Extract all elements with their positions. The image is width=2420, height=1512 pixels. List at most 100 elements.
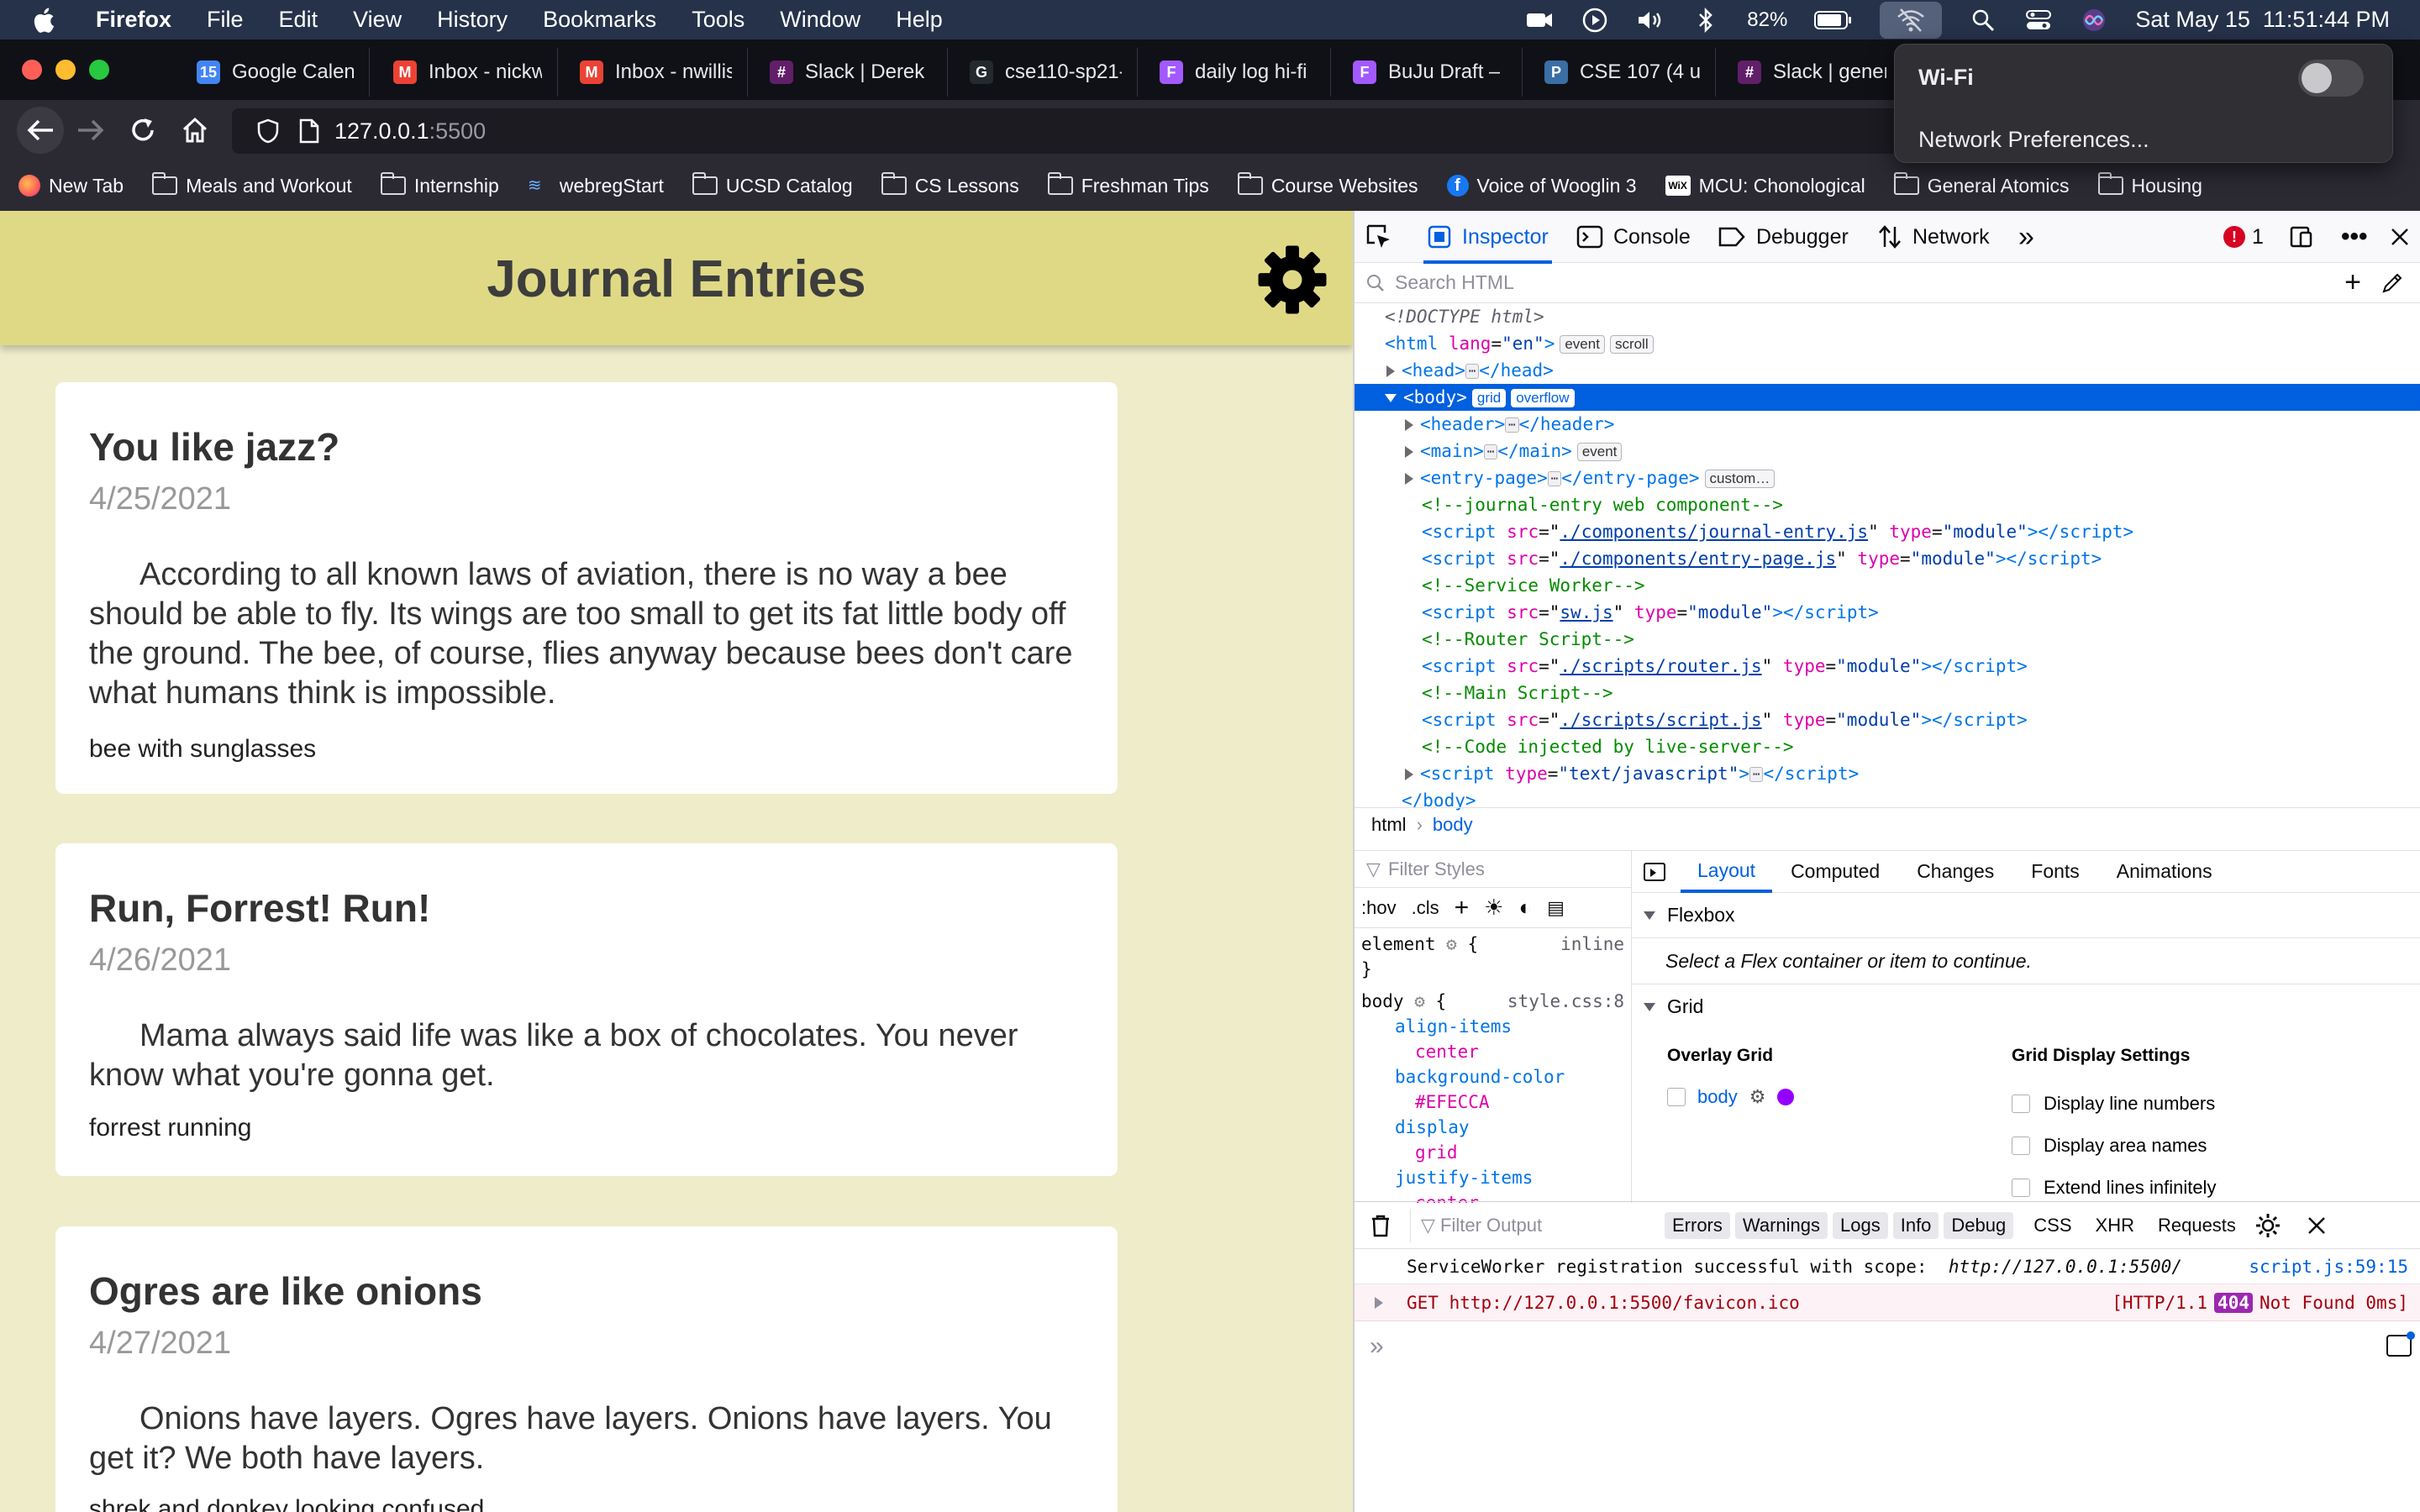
console-filter-warnings[interactable]: Warnings: [1734, 1211, 1828, 1239]
bookmark-item[interactable]: Housing: [2097, 172, 2202, 197]
css-property-name[interactable]: display: [1395, 1115, 1565, 1140]
bookmark-item[interactable]: New Tab: [18, 175, 124, 197]
overlay-checkbox[interactable]: [1667, 1088, 1686, 1106]
tree-comment[interactable]: <!--Service Worker-->: [1355, 572, 2420, 599]
rule-source-inline[interactable]: inline: [1560, 932, 1624, 957]
browser-tab[interactable]: 15 Google Calen: [182, 48, 370, 97]
gear-icon[interactable]: ⚙: [1749, 1086, 1766, 1108]
menu-help[interactable]: Help: [896, 7, 943, 33]
close-window-button[interactable]: [22, 60, 42, 80]
breadcrumb-html[interactable]: html: [1371, 814, 1407, 836]
wifi-off-icon[interactable]: [1880, 1, 1943, 39]
menu-view[interactable]: View: [353, 7, 402, 33]
console-input[interactable]: »: [1355, 1321, 2420, 1372]
browser-tab[interactable]: M Inbox - nwillis: [565, 48, 748, 97]
bookmark-item[interactable]: CS Lessons: [881, 172, 1019, 197]
bookmark-item[interactable]: General Atomics: [1893, 172, 2070, 197]
battery-icon[interactable]: [1814, 8, 1853, 33]
rule-selector-element[interactable]: element: [1361, 934, 1436, 954]
responsive-design-icon[interactable]: [2289, 211, 2314, 263]
browser-tab[interactable]: P CSE 107 (4 ur: [1529, 48, 1716, 97]
tree-script-node[interactable]: <script src="./scripts/script.js" type="…: [1355, 706, 2420, 733]
browser-tab[interactable]: F BuJu Draft –: [1338, 48, 1523, 97]
tab-console[interactable]: Console: [1576, 211, 1691, 263]
search-html-input[interactable]: Search HTML +: [1355, 263, 2420, 303]
gear-icon[interactable]: ⚙: [1446, 934, 1457, 954]
grid-section-header[interactable]: Grid: [1632, 984, 2420, 1029]
apple-logo-icon[interactable]: [30, 6, 55, 34]
camera-icon[interactable]: [1525, 8, 1554, 33]
home-icon[interactable]: [178, 113, 212, 147]
add-rule-icon[interactable]: +: [1455, 894, 1470, 922]
tree-body-node-selected[interactable]: <body> grid overflow: [1355, 384, 2420, 411]
tree-header-node[interactable]: <header> ⋯ </header>: [1355, 411, 2420, 438]
more-options-icon[interactable]: •••: [2341, 211, 2368, 263]
tree-script-node[interactable]: <script type="text/javascript"> ⋯ </script…: [1355, 760, 2420, 787]
more-tabs-chevron-icon[interactable]: »: [2018, 211, 2034, 263]
tree-doctype[interactable]: <!DOCTYPE html>: [1355, 303, 2420, 330]
console-filter-info[interactable]: Info: [1892, 1211, 1939, 1239]
menu-bookmarks[interactable]: Bookmarks: [543, 7, 656, 33]
siri-icon[interactable]: [2080, 8, 2108, 33]
back-arrow-icon[interactable]: [17, 107, 64, 154]
checkbox[interactable]: [2012, 1137, 2030, 1155]
bookmark-item[interactable]: Course Websites: [1237, 172, 1418, 197]
menu-app-firefox[interactable]: Firefox: [96, 7, 171, 33]
console-filter-errors[interactable]: Errors: [1665, 1211, 1730, 1239]
network-preferences-item[interactable]: Network Preferences...: [1918, 127, 2149, 153]
grid-color-swatch[interactable]: [1777, 1089, 1795, 1105]
checkbox[interactable]: [2012, 1095, 2030, 1113]
tree-comment[interactable]: <!--journal-entry web component-->: [1355, 491, 2420, 518]
journal-entry[interactable]: You like jazz? 4/25/2021 According to al…: [55, 382, 1118, 794]
menu-window[interactable]: Window: [780, 7, 860, 33]
tab-layout[interactable]: Layout: [1681, 851, 1773, 893]
console-filter-requests[interactable]: Requests: [2158, 1215, 2236, 1236]
css-property-name[interactable]: justify-items: [1395, 1165, 1565, 1190]
tab-network[interactable]: Network: [1877, 211, 1990, 263]
bookmark-item[interactable]: WiX MCU: Chonological: [1665, 175, 1865, 197]
tab-changes[interactable]: Changes: [1898, 860, 2012, 883]
minimize-window-button[interactable]: [55, 60, 76, 80]
tree-script-node[interactable]: <script src="sw.js" type="module"></scri…: [1355, 599, 2420, 626]
shield-icon[interactable]: [257, 118, 279, 144]
breadcrumb-body[interactable]: body: [1433, 814, 1473, 836]
tree-html-node[interactable]: <html lang="en"> event scroll: [1355, 330, 2420, 357]
console-filter-css[interactable]: CSS: [2033, 1215, 2071, 1236]
play-icon[interactable]: [1581, 8, 1609, 33]
tab-computed[interactable]: Computed: [1772, 860, 1898, 883]
console-message-log[interactable]: ServiceWorker registration successful wi…: [1355, 1249, 2420, 1284]
tab-debugger[interactable]: Debugger: [1718, 211, 1849, 263]
overlay-grid-item[interactable]: body ⚙: [1667, 1086, 1795, 1108]
console-filter-logs[interactable]: Logs: [1833, 1211, 1888, 1239]
tree-script-node[interactable]: <script src="./scripts/router.js" type="…: [1355, 653, 2420, 680]
dark-mode-icon[interactable]: ◐: [1518, 895, 1532, 921]
class-toggle[interactable]: .cls: [1412, 897, 1439, 919]
wifi-toggle[interactable]: [2298, 60, 2364, 97]
print-media-icon[interactable]: ▤: [1547, 897, 1565, 919]
tree-main-node[interactable]: <main> ⋯ </main> event: [1355, 438, 2420, 465]
menu-edit[interactable]: Edit: [279, 7, 318, 33]
trash-icon[interactable]: [1370, 1214, 1392, 1237]
bookmark-item[interactable]: f Voice of Wooglin 3: [1446, 175, 1637, 197]
tree-comment[interactable]: <!--Main Script-->: [1355, 680, 2420, 706]
bluetooth-icon[interactable]: [1691, 7, 1720, 33]
tab-animations[interactable]: Animations: [2098, 860, 2231, 883]
flexbox-section-header[interactable]: Flexbox: [1632, 893, 2420, 938]
console-filter-debug[interactable]: Debug: [1944, 1211, 2014, 1239]
eyedropper-icon[interactable]: [2381, 272, 2403, 294]
reload-icon[interactable]: [126, 113, 160, 147]
browser-tab[interactable]: # Slack | Derek: [755, 48, 948, 97]
css-property-name[interactable]: align-items: [1395, 1014, 1565, 1039]
settings-gear-icon[interactable]: [1255, 243, 1329, 317]
journal-entry[interactable]: Run, Forrest! Run! 4/26/2021 Mama always…: [55, 843, 1118, 1176]
bookmark-item[interactable]: Meals and Workout: [152, 172, 352, 197]
gear-icon[interactable]: ⚙: [1414, 991, 1425, 1011]
console-message-error[interactable]: GET http://127.0.0.1:5500/favicon.ico [H…: [1355, 1284, 2420, 1321]
tree-script-node[interactable]: <script src="./components/entry-page.js"…: [1355, 545, 2420, 572]
expand-triangle-icon[interactable]: [1375, 1296, 1383, 1309]
grid-setting-option[interactable]: Display area names: [2012, 1125, 2216, 1167]
control-center-icon[interactable]: [2024, 8, 2053, 33]
menubar-clock[interactable]: Sat May 15 11:51:44 PM: [2135, 7, 2390, 33]
light-mode-icon[interactable]: ☀: [1484, 895, 1503, 921]
menu-tools[interactable]: Tools: [692, 7, 744, 33]
